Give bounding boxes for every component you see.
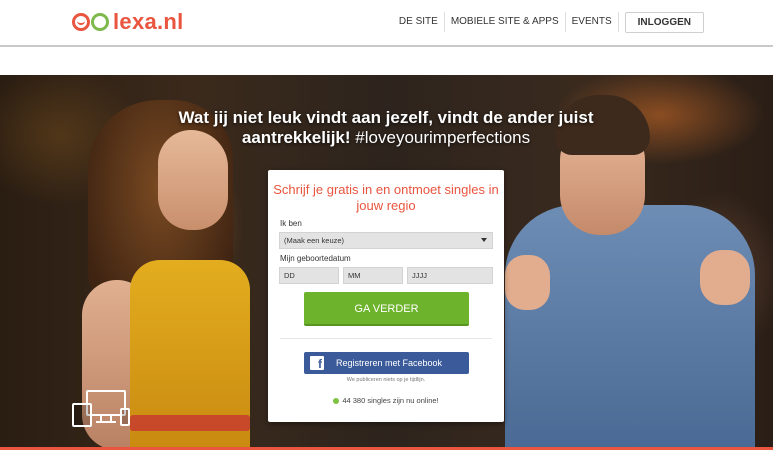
divider [280, 338, 492, 339]
hero-section: Wat jij niet leuk vindt aan jezelf, vind… [0, 75, 773, 450]
login-button[interactable]: INLOGGEN [624, 11, 704, 33]
birth-month-field[interactable]: MM [343, 267, 403, 284]
logo[interactable]: lexa.nl [72, 9, 184, 35]
birthdate-label: Mijn geboortedatum [280, 254, 351, 263]
facebook-note: We publiceren niets op je tijdlijn. [346, 377, 426, 383]
hero-headline: Wat jij niet leuk vindt aan jezelf, vind… [160, 108, 612, 148]
devices-icon[interactable] [72, 390, 132, 430]
nav-item-mobiele-site[interactable]: MOBIELE SITE & APPS [445, 12, 566, 32]
nav-item-de-site[interactable]: DE SITE [393, 12, 445, 32]
page: lexa.nl DE SITE MOBIELE SITE & APPS EVEN… [0, 0, 773, 450]
chevron-down-icon [481, 238, 487, 242]
hero-photo-man-shirt [505, 205, 755, 450]
continue-button[interactable]: GA VERDER [304, 292, 469, 326]
facebook-register-button[interactable]: f Registreren met Facebook [304, 352, 469, 374]
logo-text: lexa.nl [113, 9, 184, 34]
online-status: 44 380 singles zijn nu online! [268, 396, 504, 405]
online-dot-icon [333, 398, 340, 404]
gender-label: Ik ben [280, 219, 302, 228]
birth-year-field[interactable]: JJJJ [407, 267, 493, 284]
logo-icon [72, 11, 112, 33]
main-nav: DE SITE MOBIELE SITE & APPS EVENTS INLOG… [393, 11, 704, 33]
site-header: lexa.nl DE SITE MOBIELE SITE & APPS EVEN… [0, 0, 773, 47]
facebook-register-label: Registreren met Facebook [336, 358, 443, 368]
nav-item-events[interactable]: EVENTS [566, 12, 619, 32]
hero-photo-man-fist-right [700, 250, 750, 305]
facebook-icon: f [310, 356, 324, 371]
birth-day-field[interactable]: DD [279, 267, 339, 284]
hero-photo-man-fist-left [505, 255, 550, 310]
hero-photo-belt [130, 415, 250, 431]
signup-title: Schrijf je gratis in en ontmoet singles … [273, 182, 499, 213]
gender-select-value: (Maak een keuze) [284, 236, 345, 245]
signup-card: Schrijf je gratis in en ontmoet singles … [268, 170, 504, 422]
online-count-text: 44 380 singles zijn nu online! [342, 396, 439, 405]
hero-hashtag: #loveyourimperfections [355, 128, 531, 147]
gender-select[interactable]: (Maak een keuze) [279, 232, 493, 249]
